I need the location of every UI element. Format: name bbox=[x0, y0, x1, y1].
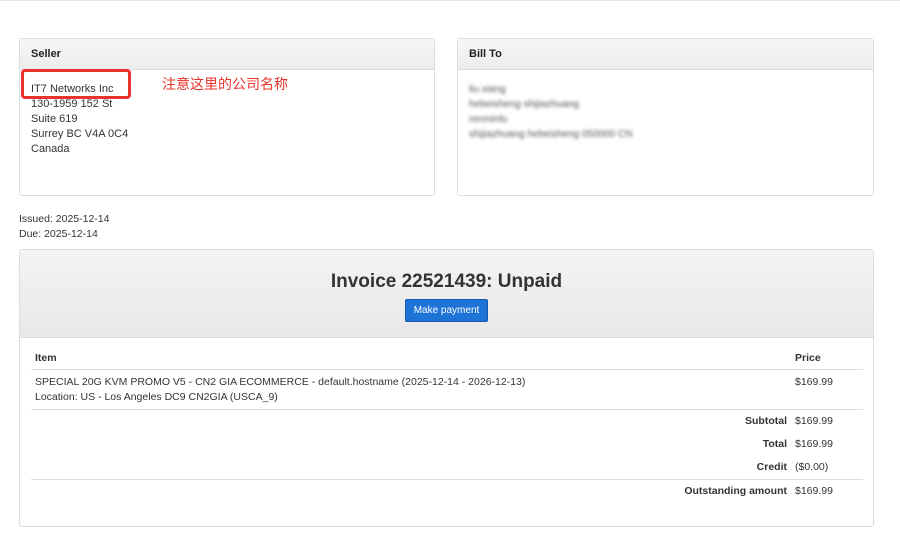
subtotal-row: Subtotal $169.99 bbox=[31, 410, 863, 434]
seller-panel: Seller IT7 Networks Inc 130-1959 152 St … bbox=[19, 38, 435, 196]
due-date: Due: 2025-12-14 bbox=[19, 228, 98, 240]
company-name-highlight bbox=[21, 69, 131, 99]
issued-date: Issued: 2025-12-14 bbox=[19, 213, 110, 225]
invoice-dates: Issued: 2025-12-14 Due: 2025-12-14 bbox=[19, 212, 109, 242]
credit-row: Credit ($0.00) bbox=[31, 456, 863, 480]
top-divider bbox=[0, 0, 900, 1]
bill-to-panel: Bill To liu xiang hebeisheng shijiazhuan… bbox=[457, 38, 874, 196]
table-header-row: Item Price bbox=[31, 348, 863, 370]
credit-value: ($0.00) bbox=[795, 461, 829, 473]
bill-to-line: renminlu bbox=[469, 114, 508, 125]
total-row: Total $169.99 bbox=[31, 433, 863, 456]
bill-to-line: hebeisheng shijiazhuang bbox=[469, 99, 580, 110]
subtotal-value: $169.99 bbox=[795, 415, 833, 427]
credit-label: Credit bbox=[756, 461, 787, 473]
item-cell: SPECIAL 20G KVM PROMO V5 - CN2 GIA ECOMM… bbox=[31, 369, 791, 410]
subtotal-label: Subtotal bbox=[745, 415, 787, 427]
seller-address-line: 130-1959 152 St bbox=[31, 98, 113, 110]
seller-address-line: Suite 619 bbox=[31, 113, 78, 125]
make-payment-button[interactable]: Make payment bbox=[404, 299, 489, 322]
seller-country: Canada bbox=[31, 143, 70, 155]
bill-to-header: Bill To bbox=[458, 39, 873, 70]
table-row: SPECIAL 20G KVM PROMO V5 - CN2 GIA ECOMM… bbox=[31, 369, 863, 410]
total-label: Total bbox=[762, 438, 787, 450]
item-location: Location: US - Los Angeles DC9 CN2GIA (U… bbox=[35, 391, 278, 403]
outstanding-value: $169.99 bbox=[791, 479, 863, 503]
bill-to-line: liu xiang bbox=[469, 84, 506, 95]
outstanding-row: Outstanding amount $169.99 bbox=[31, 479, 863, 503]
annotation-note: 注意这里的公司名称 bbox=[162, 77, 288, 93]
bill-to-line: shijiazhuang hebeisheng 050000 CN bbox=[469, 129, 633, 140]
outstanding-label: Outstanding amount bbox=[31, 479, 791, 503]
item-description: SPECIAL 20G KVM PROMO V5 - CN2 GIA ECOMM… bbox=[35, 376, 526, 388]
invoice-title: Invoice 22521439: Unpaid bbox=[330, 271, 563, 292]
invoice-items-table: Item Price SPECIAL 20G KVM PROMO V5 - CN… bbox=[31, 348, 863, 503]
total-value: $169.99 bbox=[795, 438, 833, 450]
invoice-panel: Invoice 22521439: Unpaid Make payment It… bbox=[19, 249, 874, 527]
seller-address-line: Surrey BC V4A 0C4 bbox=[31, 128, 129, 140]
item-price: $169.99 bbox=[791, 369, 863, 410]
column-header-price: Price bbox=[791, 348, 863, 370]
seller-header: Seller bbox=[20, 39, 434, 70]
invoice-header: Invoice 22521439: Unpaid Make payment bbox=[20, 250, 873, 338]
bill-to-address: liu xiang hebeisheng shijiazhuang renmin… bbox=[458, 70, 873, 142]
column-header-item: Item bbox=[31, 348, 791, 370]
